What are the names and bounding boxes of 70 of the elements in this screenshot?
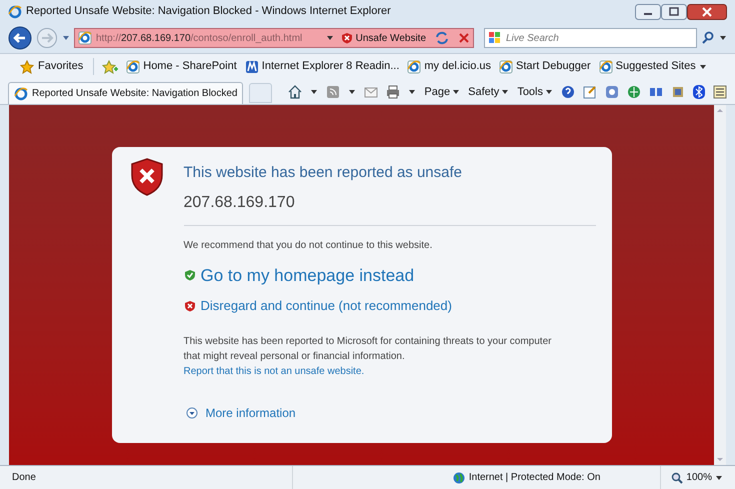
command-menu[interactable]: Safety <box>468 84 510 100</box>
shield-x-icon <box>340 32 353 44</box>
shield-x-icon <box>130 157 164 197</box>
page-icon <box>126 60 140 74</box>
mail-icon[interactable] <box>364 85 378 99</box>
address-url[interactable]: http://207.68.169.170/contoso/enroll_auth.html <box>96 30 302 46</box>
maximize-icon[interactable] <box>661 4 687 20</box>
note-icon[interactable] <box>583 85 597 99</box>
expand-icon <box>186 406 198 418</box>
feed-icon[interactable] <box>326 85 340 99</box>
zoom-button[interactable]: 100% <box>660 466 723 489</box>
caret-icon <box>501 88 510 96</box>
caret-icon <box>698 62 707 70</box>
add-favorite-icon[interactable] <box>102 60 118 74</box>
recommendation-text: We recommend that you do not continue to this website. <box>184 238 434 252</box>
star-icon <box>20 60 34 74</box>
command-menu[interactable]: Tools <box>517 84 553 100</box>
window-title: Reported Unsafe Website: Navigation Blocked - Windows Internet Explorer <box>26 4 391 20</box>
shield-check-icon <box>184 269 196 282</box>
help-icon[interactable] <box>561 85 575 99</box>
bluetooth-icon[interactable] <box>693 85 705 99</box>
browser-tab[interactable]: Reported Unsafe Website: Navigation Blocked <box>8 82 244 104</box>
caret-icon <box>545 88 553 96</box>
continue-link[interactable]: Disregard and continue (not recommended) <box>184 296 596 316</box>
reader-icon <box>244 60 259 74</box>
favorite-link[interactable]: Start Debugger <box>499 58 591 75</box>
page-icon <box>499 60 514 74</box>
more-information-link[interactable]: More information <box>186 404 596 422</box>
search-icon[interactable] <box>701 31 715 45</box>
command-menu[interactable]: Page <box>424 84 460 100</box>
zoom-icon <box>671 472 684 484</box>
security-zone[interactable]: Internet | Protected Mode: On <box>452 470 660 485</box>
page-icon <box>407 60 422 74</box>
toolbar-addon-icon[interactable] <box>649 85 663 99</box>
caret-icon <box>452 88 460 96</box>
minimize-icon[interactable] <box>635 4 661 20</box>
home-icon[interactable] <box>288 85 302 99</box>
caret-icon <box>715 474 723 482</box>
notepad-icon[interactable] <box>713 85 727 99</box>
favorite-link[interactable]: Internet Explorer 8 Readin... <box>244 58 400 75</box>
address-field[interactable]: http://207.68.169.170/contoso/enroll_auth.html Unsafe Website <box>74 28 474 48</box>
favorite-link[interactable]: Suggested Sites <box>598 58 707 75</box>
toolbar-addon-icon[interactable] <box>671 85 685 99</box>
caret-icon[interactable] <box>408 88 416 96</box>
page-icon <box>14 86 28 100</box>
homepage-link[interactable]: Go to my homepage instead <box>184 262 596 288</box>
caret-icon[interactable] <box>310 88 318 96</box>
favorites-button[interactable]: Favorites <box>20 58 94 75</box>
explanation-text: This website has been reported to Microsoft for containing threats to your computer that might reveal personal or financial information. <box>184 334 552 364</box>
browser-icon <box>8 4 22 18</box>
site-address: 207.68.169.170 <box>184 190 596 226</box>
warning-title: This website has been reported as unsafe <box>184 163 464 183</box>
favorite-link[interactable]: Home - SharePoint <box>126 58 237 75</box>
caret-icon[interactable] <box>326 34 334 42</box>
printer-icon[interactable] <box>386 85 400 99</box>
page-icon <box>598 60 613 74</box>
toolbar-addon-icon[interactable] <box>605 85 619 99</box>
favorite-link[interactable]: my del.icio.us <box>407 58 492 75</box>
report-link[interactable]: Report that this is not an unsafe website. <box>184 364 596 378</box>
back-icon[interactable] <box>8 26 32 50</box>
live-search-icon <box>488 31 502 45</box>
search-field[interactable]: Live Search <box>484 28 697 48</box>
caret-icon[interactable] <box>719 34 727 42</box>
caret-icon[interactable] <box>348 88 356 96</box>
status-text: Done <box>12 471 37 485</box>
unsafe-website-status[interactable]: Unsafe Website <box>338 30 429 46</box>
close-icon[interactable] <box>687 4 727 20</box>
refresh-icon[interactable] <box>433 29 451 47</box>
page-icon <box>78 31 92 45</box>
shield-x-icon <box>184 300 196 312</box>
